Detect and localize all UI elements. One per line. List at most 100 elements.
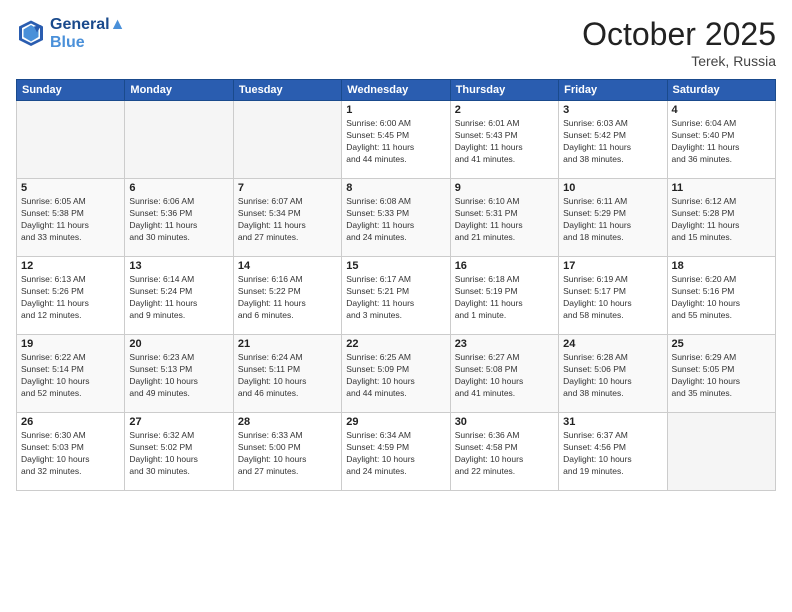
col-saturday: Saturday xyxy=(667,80,775,101)
day-number: 26 xyxy=(21,416,120,428)
day-number: 4 xyxy=(672,104,771,116)
calendar-cell: 8 Sunrise: 6:08 AM Sunset: 5:33 PM Daylig… xyxy=(342,179,450,257)
calendar-cell: 2 Sunrise: 6:01 AM Sunset: 5:43 PM Daylig… xyxy=(450,101,558,179)
calendar-cell: 13 Sunrise: 6:14 AM Sunset: 5:24 PM Dayli… xyxy=(125,257,233,335)
day-info: Sunrise: 6:11 AM Sunset: 5:29 PM Dayligh… xyxy=(563,196,662,244)
day-info: Sunrise: 6:08 AM Sunset: 5:33 PM Dayligh… xyxy=(346,196,445,244)
day-number: 30 xyxy=(455,416,554,428)
day-info: Sunrise: 6:07 AM Sunset: 5:34 PM Dayligh… xyxy=(238,196,337,244)
day-number: 31 xyxy=(563,416,662,428)
day-info: Sunrise: 6:03 AM Sunset: 5:42 PM Dayligh… xyxy=(563,118,662,166)
calendar-cell: 6 Sunrise: 6:06 AM Sunset: 5:36 PM Daylig… xyxy=(125,179,233,257)
col-tuesday: Tuesday xyxy=(233,80,341,101)
calendar-cell: 30 Sunrise: 6:36 AM Sunset: 4:58 PM Dayli… xyxy=(450,413,558,491)
logo-text: General▲ Blue xyxy=(50,16,125,52)
day-info: Sunrise: 6:04 AM Sunset: 5:40 PM Dayligh… xyxy=(672,118,771,166)
day-info: Sunrise: 6:16 AM Sunset: 5:22 PM Dayligh… xyxy=(238,274,337,322)
calendar-week-2: 5Sunrise: 6:05 AM Sunset: 5:38 PM Daylig… xyxy=(17,179,776,257)
day-info: Sunrise: 6:12 AM Sunset: 5:28 PM Dayligh… xyxy=(672,196,771,244)
day-number: 18 xyxy=(672,260,771,272)
day-info: Sunrise: 6:06 AM Sunset: 5:36 PM Dayligh… xyxy=(129,196,228,244)
page: General▲ Blue October 2025 Terek, Russia… xyxy=(0,0,792,612)
calendar-header-row: Sunday Monday Tuesday Wednesday Thursday… xyxy=(17,80,776,101)
day-info: Sunrise: 6:25 AM Sunset: 5:09 PM Dayligh… xyxy=(346,352,445,400)
day-number: 8 xyxy=(346,182,445,194)
day-number: 24 xyxy=(563,338,662,350)
day-info: Sunrise: 6:01 AM Sunset: 5:43 PM Dayligh… xyxy=(455,118,554,166)
calendar-cell: 26 Sunrise: 6:30 AM Sunset: 5:03 PM Dayli… xyxy=(17,413,125,491)
day-info: Sunrise: 6:05 AM Sunset: 5:38 PM Dayligh… xyxy=(21,196,120,244)
logo: General▲ Blue xyxy=(16,16,125,52)
calendar-cell: 17 Sunrise: 6:19 AM Sunset: 5:17 PM Dayli… xyxy=(559,257,667,335)
day-number: 13 xyxy=(129,260,228,272)
calendar-week-1: 1Sunrise: 6:00 AM Sunset: 5:45 PM Daylig… xyxy=(17,101,776,179)
day-number: 7 xyxy=(238,182,337,194)
calendar-cell: 24Sunrise: 6:28 AM Sunset: 5:06 PM Dayli… xyxy=(559,335,667,413)
day-number: 21 xyxy=(238,338,337,350)
day-number: 17 xyxy=(563,260,662,272)
calendar: Sunday Monday Tuesday Wednesday Thursday… xyxy=(16,79,776,491)
month-title: October 2025 xyxy=(582,16,776,53)
day-number: 28 xyxy=(238,416,337,428)
calendar-cell: 23Sunrise: 6:27 AM Sunset: 5:08 PM Dayli… xyxy=(450,335,558,413)
day-info: Sunrise: 6:36 AM Sunset: 4:58 PM Dayligh… xyxy=(455,430,554,478)
calendar-cell: 16 Sunrise: 6:18 AM Sunset: 5:19 PM Dayli… xyxy=(450,257,558,335)
col-sunday: Sunday xyxy=(17,80,125,101)
calendar-cell: 7 Sunrise: 6:07 AM Sunset: 5:34 PM Daylig… xyxy=(233,179,341,257)
day-info: Sunrise: 6:14 AM Sunset: 5:24 PM Dayligh… xyxy=(129,274,228,322)
calendar-cell: 11 Sunrise: 6:12 AM Sunset: 5:28 PM Dayli… xyxy=(667,179,775,257)
calendar-cell: 10 Sunrise: 6:11 AM Sunset: 5:29 PM Dayli… xyxy=(559,179,667,257)
day-number: 12 xyxy=(21,260,120,272)
location: Terek, Russia xyxy=(582,53,776,69)
day-info: Sunrise: 6:17 AM Sunset: 5:21 PM Dayligh… xyxy=(346,274,445,322)
day-info: Sunrise: 6:29 AM Sunset: 5:05 PM Dayligh… xyxy=(672,352,771,400)
calendar-cell: 22 Sunrise: 6:25 AM Sunset: 5:09 PM Dayli… xyxy=(342,335,450,413)
calendar-week-3: 12 Sunrise: 6:13 AM Sunset: 5:26 PM Dayli… xyxy=(17,257,776,335)
day-info: Sunrise: 6:30 AM Sunset: 5:03 PM Dayligh… xyxy=(21,430,120,478)
calendar-cell: 14Sunrise: 6:16 AM Sunset: 5:22 PM Dayli… xyxy=(233,257,341,335)
day-info: Sunrise: 6:10 AM Sunset: 5:31 PM Dayligh… xyxy=(455,196,554,244)
calendar-cell: 29Sunrise: 6:34 AM Sunset: 4:59 PM Dayli… xyxy=(342,413,450,491)
calendar-cell: 15 Sunrise: 6:17 AM Sunset: 5:21 PM Dayli… xyxy=(342,257,450,335)
day-info: Sunrise: 6:20 AM Sunset: 5:16 PM Dayligh… xyxy=(672,274,771,322)
calendar-cell: 9 Sunrise: 6:10 AM Sunset: 5:31 PM Daylig… xyxy=(450,179,558,257)
col-monday: Monday xyxy=(125,80,233,101)
day-number: 10 xyxy=(563,182,662,194)
calendar-cell: 27 Sunrise: 6:32 AM Sunset: 5:02 PM Dayli… xyxy=(125,413,233,491)
calendar-week-4: 19 Sunrise: 6:22 AM Sunset: 5:14 PM Dayli… xyxy=(17,335,776,413)
calendar-cell: 3Sunrise: 6:03 AM Sunset: 5:42 PM Daylig… xyxy=(559,101,667,179)
day-number: 29 xyxy=(346,416,445,428)
day-info: Sunrise: 6:22 AM Sunset: 5:14 PM Dayligh… xyxy=(21,352,120,400)
day-number: 1 xyxy=(346,104,445,116)
calendar-cell xyxy=(233,101,341,179)
logo-icon xyxy=(16,19,46,49)
calendar-cell: 4 Sunrise: 6:04 AM Sunset: 5:40 PM Daylig… xyxy=(667,101,775,179)
calendar-cell: 20Sunrise: 6:23 AM Sunset: 5:13 PM Dayli… xyxy=(125,335,233,413)
calendar-cell: 1Sunrise: 6:00 AM Sunset: 5:45 PM Daylig… xyxy=(342,101,450,179)
calendar-cell xyxy=(17,101,125,179)
day-info: Sunrise: 6:24 AM Sunset: 5:11 PM Dayligh… xyxy=(238,352,337,400)
header: General▲ Blue October 2025 Terek, Russia xyxy=(16,16,776,69)
day-number: 19 xyxy=(21,338,120,350)
calendar-cell xyxy=(667,413,775,491)
day-number: 16 xyxy=(455,260,554,272)
day-number: 2 xyxy=(455,104,554,116)
day-info: Sunrise: 6:18 AM Sunset: 5:19 PM Dayligh… xyxy=(455,274,554,322)
title-block: October 2025 Terek, Russia xyxy=(582,16,776,69)
col-friday: Friday xyxy=(559,80,667,101)
col-thursday: Thursday xyxy=(450,80,558,101)
day-info: Sunrise: 6:13 AM Sunset: 5:26 PM Dayligh… xyxy=(21,274,120,322)
day-info: Sunrise: 6:32 AM Sunset: 5:02 PM Dayligh… xyxy=(129,430,228,478)
day-number: 27 xyxy=(129,416,228,428)
calendar-cell: 18 Sunrise: 6:20 AM Sunset: 5:16 PM Dayli… xyxy=(667,257,775,335)
day-number: 11 xyxy=(672,182,771,194)
day-number: 6 xyxy=(129,182,228,194)
calendar-cell: 31Sunrise: 6:37 AM Sunset: 4:56 PM Dayli… xyxy=(559,413,667,491)
day-number: 9 xyxy=(455,182,554,194)
day-info: Sunrise: 6:19 AM Sunset: 5:17 PM Dayligh… xyxy=(563,274,662,322)
calendar-cell: 12 Sunrise: 6:13 AM Sunset: 5:26 PM Dayli… xyxy=(17,257,125,335)
day-info: Sunrise: 6:23 AM Sunset: 5:13 PM Dayligh… xyxy=(129,352,228,400)
day-number: 15 xyxy=(346,260,445,272)
day-number: 22 xyxy=(346,338,445,350)
calendar-cell: 25Sunrise: 6:29 AM Sunset: 5:05 PM Dayli… xyxy=(667,335,775,413)
